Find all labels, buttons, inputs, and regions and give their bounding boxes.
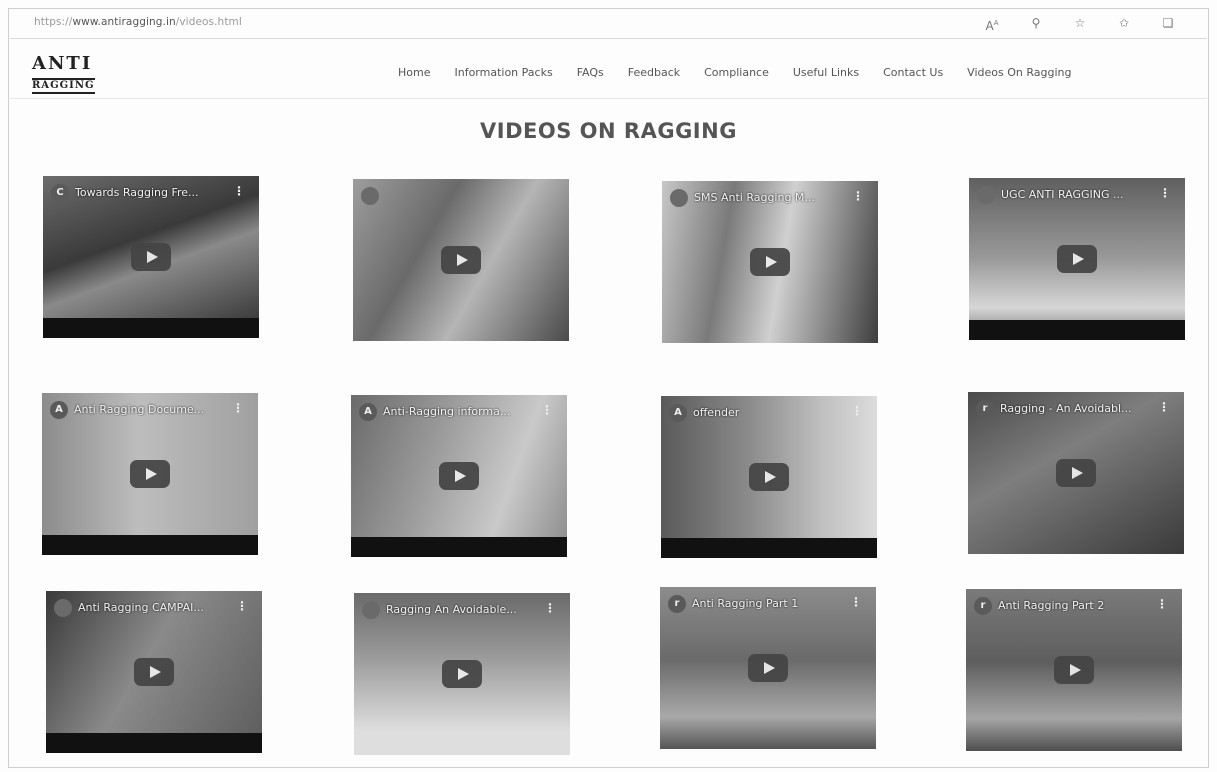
play-icon[interactable]: [749, 463, 789, 491]
play-icon[interactable]: [750, 248, 790, 276]
channel-avatar[interactable]: [54, 599, 72, 617]
more-options-icon[interactable]: ⋮: [544, 601, 556, 615]
channel-avatar[interactable]: [362, 601, 380, 619]
channel-avatar[interactable]: A: [50, 401, 68, 419]
video-title[interactable]: Anti Ragging Docume...: [74, 403, 228, 416]
more-options-icon[interactable]: ⋮: [232, 401, 244, 415]
more-options-icon[interactable]: ⋮: [850, 595, 862, 609]
video-bottom-bar: [969, 320, 1185, 340]
play-icon[interactable]: [439, 462, 479, 490]
more-options-icon[interactable]: ⋮: [1159, 186, 1171, 200]
video-title[interactable]: Ragging - An Avoidabl...: [1000, 402, 1154, 415]
more-options-icon[interactable]: ⋮: [1158, 400, 1170, 414]
video-title[interactable]: SMS Anti Ragging M...: [694, 191, 848, 204]
channel-avatar[interactable]: [977, 186, 995, 204]
more-options-icon[interactable]: ⋮: [541, 403, 553, 417]
play-icon[interactable]: [131, 243, 171, 271]
play-icon[interactable]: [442, 660, 482, 688]
video-embed[interactable]: C Towards Ragging Fre... ⋮: [43, 176, 259, 338]
video-title[interactable]: UGC ANTI RAGGING ...: [1001, 188, 1155, 201]
video-embed[interactable]: A Anti Ragging Docume... ⋮: [42, 393, 258, 555]
play-icon[interactable]: [748, 654, 788, 682]
more-options-icon[interactable]: ⋮: [236, 599, 248, 613]
video-title[interactable]: Ragging An Avoidable...: [386, 603, 540, 616]
video-bottom-bar: [351, 537, 567, 557]
play-icon[interactable]: [1054, 656, 1094, 684]
channel-avatar[interactable]: C: [51, 184, 69, 202]
video-title[interactable]: Anti Ragging Part 1: [692, 597, 846, 610]
channel-avatar[interactable]: A: [359, 403, 377, 421]
video-embed[interactable]: A offender ⋮: [661, 396, 877, 558]
video-bottom-bar: [661, 538, 877, 558]
video-embed[interactable]: A Anti-Ragging informa... ⋮: [351, 395, 567, 557]
channel-avatar[interactable]: r: [668, 595, 686, 613]
more-options-icon[interactable]: ⋮: [1156, 597, 1168, 611]
video-embed[interactable]: [353, 179, 569, 341]
video-embed[interactable]: SMS Anti Ragging M... ⋮: [662, 181, 878, 343]
video-bottom-bar: [46, 733, 262, 753]
play-icon[interactable]: [130, 460, 170, 488]
more-options-icon[interactable]: ⋮: [851, 404, 863, 418]
video-grid: C Towards Ragging Fre... ⋮ SMS Anti Ragg…: [0, 0, 1217, 772]
more-options-icon[interactable]: ⋮: [233, 184, 245, 198]
video-title[interactable]: Towards Ragging Fre...: [75, 186, 229, 199]
video-title[interactable]: Anti Ragging CAMPAI...: [78, 601, 232, 614]
video-embed[interactable]: r Ragging - An Avoidabl... ⋮: [968, 392, 1184, 554]
video-title[interactable]: Anti-Ragging informa...: [383, 405, 537, 418]
channel-avatar[interactable]: [361, 187, 379, 205]
video-embed[interactable]: UGC ANTI RAGGING ... ⋮: [969, 178, 1185, 340]
play-icon[interactable]: [1057, 245, 1097, 273]
video-title[interactable]: Anti Ragging Part 2: [998, 599, 1152, 612]
play-icon[interactable]: [134, 658, 174, 686]
video-embed[interactable]: r Anti Ragging Part 2 ⋮: [966, 589, 1182, 751]
video-embed[interactable]: Ragging An Avoidable... ⋮: [354, 593, 570, 755]
play-icon[interactable]: [441, 246, 481, 274]
play-icon[interactable]: [1056, 459, 1096, 487]
video-title[interactable]: offender: [693, 406, 847, 419]
channel-avatar[interactable]: r: [976, 400, 994, 418]
video-bottom-bar: [42, 535, 258, 555]
more-options-icon[interactable]: ⋮: [852, 189, 864, 203]
video-embed[interactable]: Anti Ragging CAMPAI... ⋮: [46, 591, 262, 753]
channel-avatar[interactable]: r: [974, 597, 992, 615]
channel-avatar[interactable]: [670, 189, 688, 207]
video-embed[interactable]: r Anti Ragging Part 1 ⋮: [660, 587, 876, 749]
video-bottom-bar: [43, 318, 259, 338]
channel-avatar[interactable]: A: [669, 404, 687, 422]
